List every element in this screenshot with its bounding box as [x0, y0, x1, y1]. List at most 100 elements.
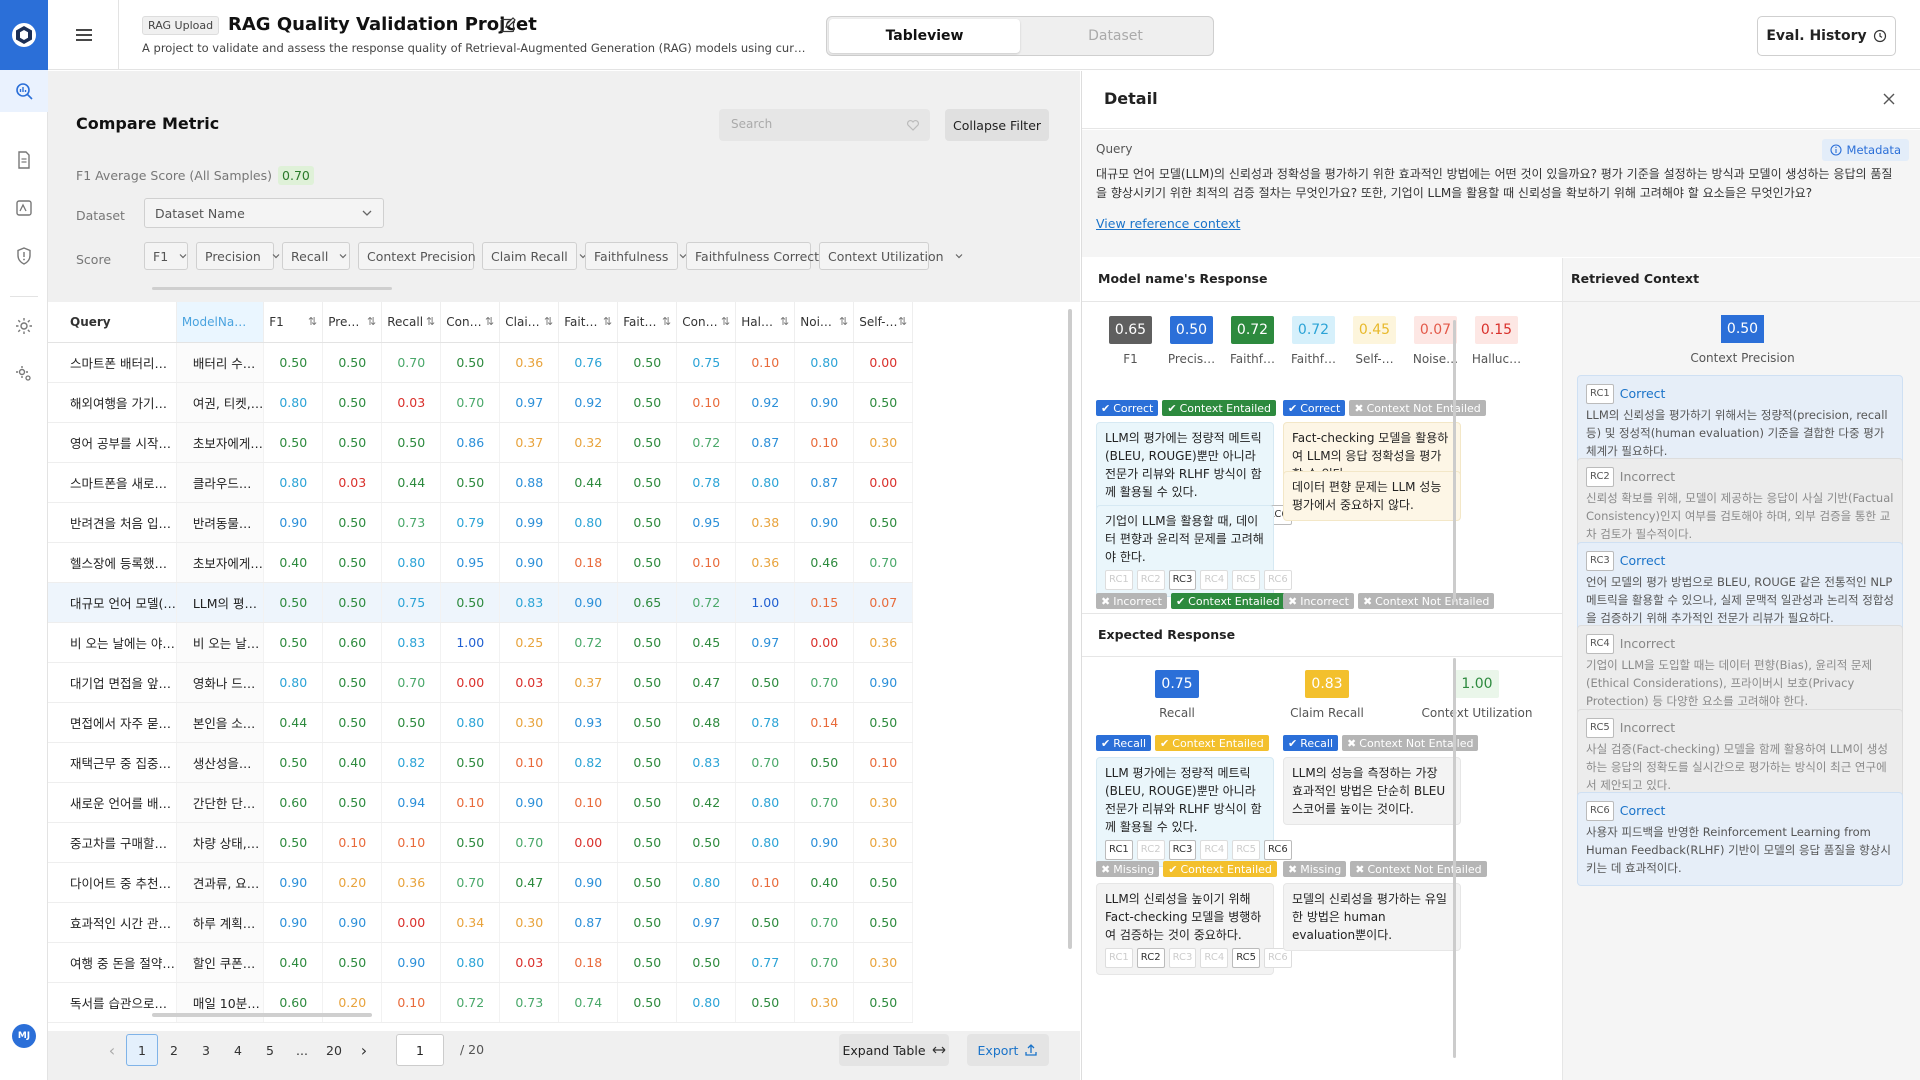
rc-chip[interactable]: RC6	[1263, 948, 1292, 968]
table-row[interactable]: 반려견을 처음 입… 반려동물… 0.90 0.50 0.73 0.79 0.99 0.80 0…	[48, 502, 914, 543]
rc-chip[interactable]: RC4	[1200, 948, 1229, 968]
table-row[interactable]: 대기업 면접을 앞… 영화나 드… 0.80 0.50 0.70 0.00 0.03 0.37…	[48, 662, 914, 703]
score-filter-select[interactable]: Context Precision	[358, 242, 495, 270]
eval-history-button[interactable]: Eval. History	[1757, 16, 1896, 56]
next-page-icon[interactable]: ›	[350, 1034, 378, 1066]
page-button[interactable]: 2	[158, 1034, 190, 1066]
score-filter-select[interactable]: Faithfulness Correct	[686, 242, 838, 270]
column-header[interactable]: Hal… ⇅	[735, 302, 796, 343]
close-icon[interactable]	[1881, 91, 1897, 107]
prev-page-icon[interactable]: ‹	[98, 1034, 126, 1066]
claim-card[interactable]: LLM 평가에는 정량적 메트릭(BLEU, ROUGE)뿐만 아니라 전문가 …	[1096, 757, 1292, 867]
nav-document-icon[interactable]	[12, 148, 36, 172]
column-header[interactable]: Fait… ⇅	[617, 302, 678, 343]
claim-card[interactable]: 모델의 신뢰성을 평가하는 유일한 방법은 human evaluation뿐이…	[1283, 883, 1461, 951]
column-header[interactable]: Self-… ⇅	[853, 302, 914, 343]
table-row[interactable]: 해외여행을 가기… 여권, 티켓,… 0.80 0.50 0.03 0.70 0.97 0.9…	[48, 382, 914, 423]
rc-chip[interactable]: RC3	[1168, 840, 1197, 860]
page-button[interactable]: 1	[126, 1034, 158, 1066]
nav-settings-icon[interactable]	[12, 314, 36, 338]
filter-scrollbar[interactable]	[152, 287, 392, 290]
score-filter-select[interactable]: Faithfulness	[585, 242, 687, 270]
score-filter-select[interactable]: Context Utilization	[819, 242, 963, 270]
response-scrollbar[interactable]	[1453, 320, 1456, 602]
avatar[interactable]: MJ	[12, 1024, 36, 1048]
rc-chip[interactable]: RC5	[1232, 948, 1260, 968]
table-row[interactable]: 스마트폰을 새로… 클라우드… 0.80 0.03 0.44 0.50 0.88 0.44 0.…	[48, 462, 914, 503]
context-card[interactable]: RC4 Incorrect 기업이 LLM을 도입할 때는 데이터 편향(Bias)…	[1577, 625, 1903, 719]
column-header[interactable]: Pre… ⇅	[322, 302, 383, 343]
claim-card[interactable]: LLM의 신뢰성을 높이기 위해 Fact-checking 모델을 병행하여 …	[1096, 883, 1292, 975]
app-logo[interactable]	[0, 0, 48, 70]
score-filter-select[interactable]: F1	[144, 242, 188, 270]
dataset-select[interactable]: Dataset Name	[144, 198, 384, 228]
column-header[interactable]: Query	[48, 302, 177, 343]
context-card[interactable]: RC5 Incorrect 사실 검증(Fact-checking) 모델을 함께 …	[1577, 709, 1903, 803]
score-filter-select[interactable]: Claim Recall	[482, 242, 587, 270]
table-vertical-scrollbar[interactable]	[1068, 309, 1072, 949]
column-header[interactable]: Clai… ⇅	[499, 302, 560, 343]
table-row[interactable]: 비 오는 날에는 야… 비 오는 날… 0.50 0.60 0.83 1.00 0.25 0.…	[48, 622, 914, 663]
page-button[interactable]: 5	[254, 1034, 286, 1066]
table-row[interactable]: 스마트폰 배터리… 배터리 수… 0.50 0.50 0.70 0.50 0.36 0.76 0…	[48, 342, 914, 383]
rc-chip[interactable]: RC3	[1168, 948, 1197, 968]
table-row[interactable]: 중고차를 구매할… 차량 상태,… 0.50 0.10 0.10 0.50 0.70 0.00…	[48, 822, 914, 863]
nav-evaluation-icon[interactable]	[12, 196, 36, 220]
page-input[interactable]: 1	[396, 1034, 444, 1066]
column-header[interactable]: F1 ⇅	[263, 302, 324, 343]
rc-chip[interactable]: RC1	[1105, 948, 1133, 968]
page-button[interactable]: 3	[190, 1034, 222, 1066]
rc-chip[interactable]: RC4	[1200, 840, 1229, 860]
column-header[interactable]: Fait… ⇅	[558, 302, 619, 343]
rc-chip[interactable]: RC2	[1136, 570, 1165, 590]
nav-shield-icon[interactable]	[12, 244, 36, 268]
rc-chip[interactable]: RC2	[1136, 840, 1165, 860]
rc-chip[interactable]: RC1	[1105, 570, 1133, 590]
rc-chip[interactable]: RC3	[1168, 570, 1197, 590]
rc-chip[interactable]: RC2	[1136, 948, 1165, 968]
table-row[interactable]: 효과적인 시간 관… 하루 계획… 0.90 0.90 0.00 0.34 0.30 0.87…	[48, 902, 914, 943]
table-row[interactable]: 대규모 언어 모델(… LLM의 평… 0.50 0.50 0.75 0.50 0.83 0.…	[48, 582, 914, 623]
expected-scrollbar[interactable]	[1453, 658, 1456, 1058]
collapse-filter-button[interactable]: Collapse Filter	[945, 109, 1049, 141]
rc-chip[interactable]: RC1	[1105, 840, 1133, 860]
claim-card[interactable]: 기업이 LLM을 활용할 때, 데이터 편향과 윤리적 문제를 고려해야 한다.…	[1096, 505, 1292, 597]
edit-icon[interactable]	[500, 17, 516, 33]
table-row[interactable]: 면접에서 자주 묻… 본인을 소… 0.44 0.50 0.50 0.80 0.30 0.93…	[48, 702, 914, 743]
menu-icon[interactable]	[72, 23, 96, 47]
search-input[interactable]: Search	[719, 109, 930, 141]
table-horizontal-scrollbar[interactable]	[152, 1013, 372, 1017]
rc-chip[interactable]: RC6	[1263, 570, 1292, 590]
page-button[interactable]: ...	[286, 1034, 318, 1066]
column-header[interactable]: Con… ⇅	[676, 302, 737, 343]
table-row[interactable]: 다이어트 중 추천… 견과류, 요… 0.90 0.20 0.36 0.70 0.47 0.9…	[48, 862, 914, 903]
page-button[interactable]: 4	[222, 1034, 254, 1066]
tab-tableview[interactable]: Tableview	[829, 19, 1020, 53]
claim-card[interactable]: LLM의 성능을 측정하는 가장 효과적인 방법은 단순히 BLEU 스코어를 …	[1283, 757, 1461, 825]
context-card[interactable]: RC3 Correct 언어 모델의 평가 방법으로 BLEU, ROUGE 같은 …	[1577, 542, 1903, 636]
rc-chip[interactable]: RC4	[1200, 570, 1229, 590]
context-card[interactable]: RC1 Correct LLM의 신뢰성을 평가하기 위해서는 정량적(precis…	[1577, 375, 1903, 469]
nav-admin-icon[interactable]	[12, 362, 36, 386]
rc-chip[interactable]: RC5	[1232, 840, 1260, 860]
table-row[interactable]: 재택근무 중 집중… 생산성을… 0.50 0.40 0.82 0.50 0.10 0.82 0…	[48, 742, 914, 783]
score-filter-select[interactable]: Recall	[282, 242, 350, 270]
page-button[interactable]: 20	[318, 1034, 350, 1066]
table-row[interactable]: 여행 중 돈을 절약… 할인 쿠폰… 0.40 0.50 0.90 0.80 0.03 0.1…	[48, 942, 914, 983]
expand-table-button[interactable]: Expand Table	[839, 1034, 949, 1066]
column-header[interactable]: Noi… ⇅	[794, 302, 855, 343]
context-card[interactable]: RC6 Correct 사용자 피드백을 반영한 Reinforcement Lea…	[1577, 792, 1903, 886]
nav-analytics-icon[interactable]	[0, 70, 48, 112]
tab-dataset[interactable]: Dataset	[1020, 19, 1211, 53]
view-reference-link[interactable]: View reference context	[1096, 216, 1240, 231]
column-header[interactable]: ModelNa…	[176, 302, 265, 343]
column-header[interactable]: Recall ⇅	[381, 302, 442, 343]
score-filter-select[interactable]: Precision	[196, 242, 280, 270]
rc-chip[interactable]: RC6	[1263, 840, 1292, 860]
context-card[interactable]: RC2 Incorrect 신뢰성 확보를 위해, 모델이 제공하는 응답이 사실 …	[1577, 458, 1903, 552]
table-row[interactable]: 헬스장에 등록했… 초보자에게… 0.40 0.50 0.80 0.95 0.90 0.18 0…	[48, 542, 914, 583]
table-row[interactable]: 새로운 언어를 배… 간단한 단… 0.60 0.50 0.94 0.10 0.90 0.10…	[48, 782, 914, 823]
table-row[interactable]: 영어 공부를 시작… 초보자에게… 0.50 0.50 0.50 0.86 0.37 0.32…	[48, 422, 914, 463]
column-header[interactable]: Con… ⇅	[440, 302, 501, 343]
claim-card[interactable]: 데이터 편향 문제는 LLM 성능 평가에서 중요하지 않다.	[1283, 471, 1461, 521]
